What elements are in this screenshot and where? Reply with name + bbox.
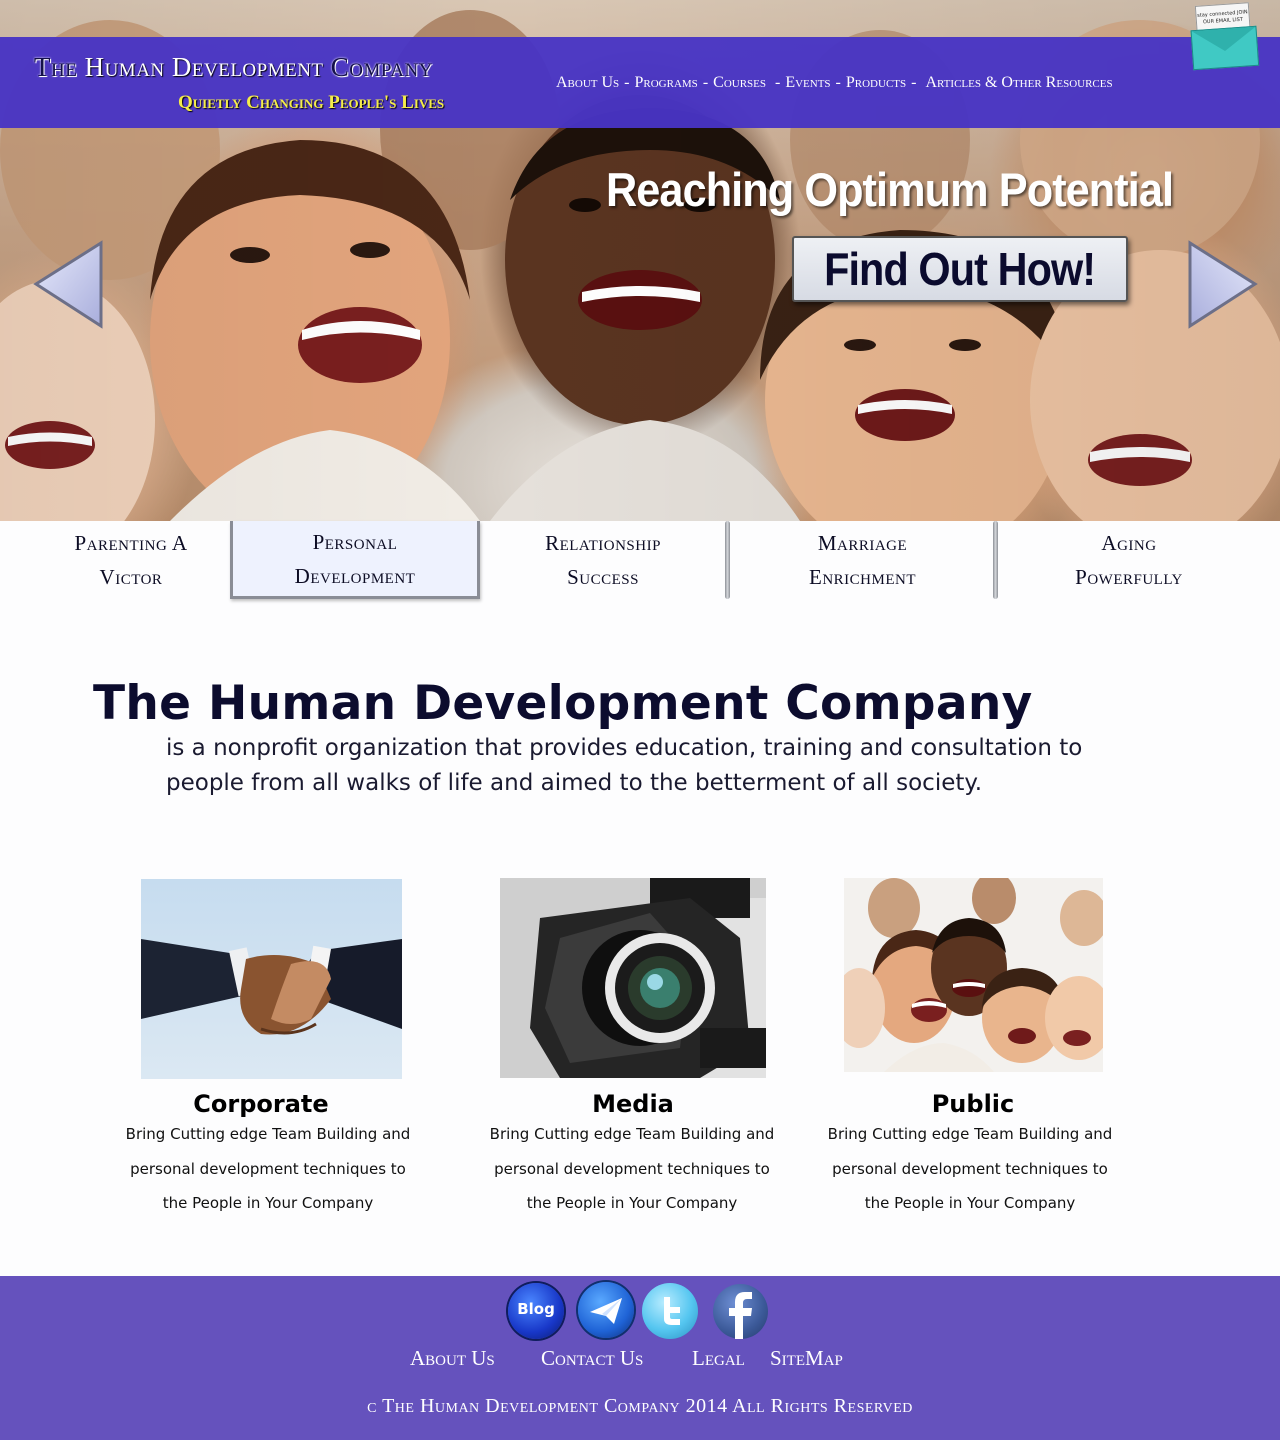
copyright: c The Human Development Company 2014 All…: [367, 1395, 913, 1417]
logo-main: Human Development: [84, 52, 324, 82]
logo-tagline: Quietly Changing People's Lives: [178, 92, 445, 113]
page-title: The Human Development Company: [93, 676, 1033, 731]
tab-label-line2: Powerfully: [1075, 565, 1183, 589]
nav-programs[interactable]: Programs: [635, 74, 698, 92]
find-out-how-button[interactable]: Find Out How!: [792, 236, 1128, 302]
tab-label-line2: Development: [294, 563, 416, 588]
tab-parenting-a-victor[interactable]: Parenting A Victor: [20, 521, 242, 599]
card-title-media: Media: [592, 1090, 674, 1118]
card-text-corporate: Bring Cutting edge Team Building and per…: [125, 1125, 411, 1212]
cta-label: Find Out How!: [824, 243, 1096, 295]
group-people-photo[interactable]: [844, 878, 1103, 1072]
tab-marriage-enrichment[interactable]: Marriage Enrichment: [730, 521, 995, 599]
email-list-text: stay connected JOIN OUR EMAIL LIST: [1197, 9, 1248, 26]
slider-prev-arrow-icon[interactable]: [33, 240, 105, 330]
nav-articles-resources[interactable]: Articles & Other Resources: [925, 74, 1112, 92]
nav-separator: -: [624, 74, 630, 91]
tab-label-line1: Relationship: [545, 531, 661, 555]
footer-link-about-us[interactable]: About Us: [410, 1346, 495, 1371]
footer-link-contact-us[interactable]: Contact Us: [541, 1346, 643, 1371]
logo-company: Company: [330, 52, 433, 82]
logo-the: The: [34, 52, 78, 82]
nav-separator: -: [775, 74, 781, 91]
handshake-image: [141, 879, 402, 1079]
video-camera-image: [500, 878, 766, 1078]
nav-courses[interactable]: Courses: [713, 74, 766, 92]
blog-icon-label: Blog: [517, 1300, 555, 1318]
handshake-photo[interactable]: [141, 879, 402, 1079]
site-logo[interactable]: The Human Development Company: [34, 52, 433, 83]
nav-separator: -: [702, 74, 709, 91]
twitter-icon[interactable]: [642, 1283, 698, 1339]
email-list-badge[interactable]: stay connected JOIN OUR EMAIL LIST: [1189, 2, 1260, 71]
card-text-public: Bring Cutting edge Team Building and per…: [827, 1125, 1113, 1212]
tab-aging-powerfully[interactable]: Aging Powerfully: [998, 521, 1260, 599]
top-nav: About Us - Programs - Courses - Events -…: [556, 74, 1113, 92]
tab-personal-development[interactable]: Personal Development: [230, 521, 480, 599]
email-icon[interactable]: [578, 1282, 634, 1338]
card-title-corporate: Corporate: [193, 1090, 329, 1118]
about-description: is a nonprofit organization that provide…: [166, 735, 1083, 796]
tab-relationship-success[interactable]: Relationship Success: [480, 521, 726, 599]
facebook-glyph: [729, 1292, 752, 1339]
slider-next-arrow-icon[interactable]: [1186, 240, 1258, 330]
footer-links: About Us Contact Us Legal SiteMap: [0, 1346, 1280, 1372]
envelope-icon: [1190, 25, 1260, 71]
tab-label-line1: Marriage: [817, 531, 908, 555]
nav-events[interactable]: Events: [785, 74, 830, 92]
tab-label-line2: Success: [567, 565, 639, 589]
blog-icon[interactable]: Blog: [508, 1283, 564, 1339]
hero-headline: Reaching Optimum Potential: [606, 163, 1174, 216]
card-text-media: Bring Cutting edge Team Building and per…: [489, 1125, 775, 1212]
tab-label-line1: Parenting A: [74, 531, 188, 555]
video-camera-photo[interactable]: [500, 878, 766, 1078]
program-tabs: Parenting A Victor Personal Development Re…: [0, 521, 1280, 601]
facebook-icon[interactable]: [713, 1284, 768, 1339]
card-title-public: Public: [931, 1090, 1015, 1118]
nav-separator: -: [911, 74, 917, 91]
nav-separator: -: [835, 74, 841, 91]
twitter-glyph: [664, 1297, 680, 1325]
nav-products[interactable]: Products: [846, 74, 906, 92]
tab-label-line1: Personal: [312, 529, 398, 554]
tab-label-line2: Victor: [99, 565, 163, 589]
email-glyph: [590, 1298, 622, 1324]
group-people-image: [844, 878, 1103, 1072]
tab-label-line2: Enrichment: [809, 565, 916, 589]
tab-label-line1: Aging: [1101, 531, 1157, 555]
footer-link-legal[interactable]: Legal: [692, 1346, 745, 1371]
nav-about-us[interactable]: About Us: [556, 74, 619, 92]
footer-link-sitemap[interactable]: SiteMap: [770, 1346, 843, 1371]
